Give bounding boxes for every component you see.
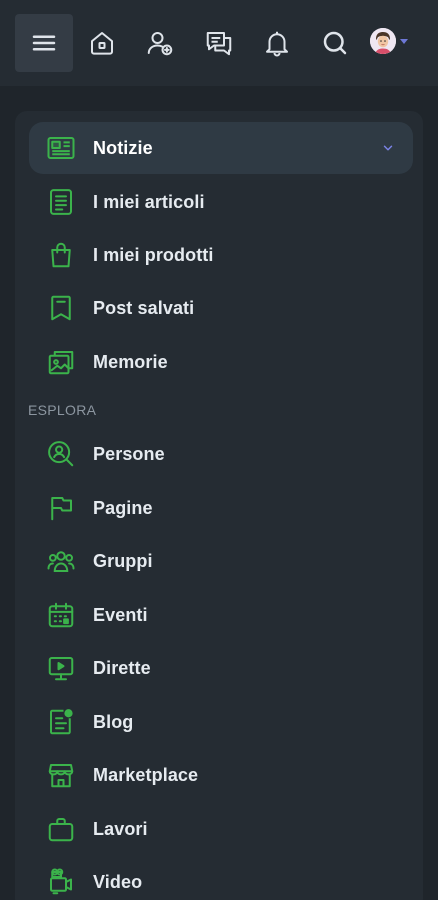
sidebar-item-dirette[interactable]: Dirette	[29, 642, 413, 694]
groups-icon	[45, 545, 77, 577]
chevron-down-icon[interactable]	[381, 141, 395, 155]
sidebar-item-label: Marketplace	[93, 764, 199, 785]
section-label-esplora: ESPLORA	[28, 402, 97, 418]
calendar-icon	[45, 599, 77, 631]
home-button[interactable]	[73, 14, 131, 72]
sidebar-item-label: Dirette	[93, 657, 151, 678]
sidebar-item-i-miei-articoli[interactable]: I miei articoli	[29, 176, 413, 228]
sidebar-item-marketplace[interactable]: Marketplace	[29, 749, 413, 801]
sidebar-item-label: Video	[93, 871, 143, 892]
sidebar-item-lavori[interactable]: Lavori	[29, 803, 413, 855]
user-menu-button[interactable]	[370, 26, 408, 56]
sidebar-item-label: I miei articoli	[93, 191, 205, 212]
caret-down-icon	[400, 38, 408, 44]
blog-icon	[45, 706, 77, 738]
home-icon	[91, 32, 113, 55]
live-icon	[45, 652, 77, 684]
sidebar-item-post-salvati[interactable]: Post salvati	[29, 282, 413, 334]
sidebar-item-eventi[interactable]: Eventi	[29, 589, 413, 641]
sidebar-item-label: Memorie	[93, 351, 168, 372]
briefcase-icon	[45, 813, 77, 845]
sidebar-item-label: Blog	[93, 711, 134, 732]
sidebar-item-video[interactable]: Video	[29, 856, 413, 900]
flag-icon	[45, 492, 77, 524]
sidebar-item-label: Post salvati	[93, 297, 195, 318]
sidebar-item-blog[interactable]: Blog	[29, 696, 413, 748]
news-icon	[45, 132, 77, 164]
store-icon	[45, 759, 77, 791]
sidebar-item-label: I miei prodotti	[93, 244, 214, 265]
menu-button[interactable]	[15, 14, 73, 72]
sidebar-item-label: Gruppi	[93, 550, 153, 571]
sidebar-item-label: Eventi	[93, 604, 148, 625]
products-icon	[45, 239, 77, 271]
friend-requests-button[interactable]	[131, 14, 189, 72]
add-friend-icon	[147, 32, 173, 56]
articles-icon	[45, 186, 77, 218]
messages-button[interactable]	[190, 14, 248, 72]
bookmark-icon	[45, 292, 77, 324]
sidebar-item-gruppi[interactable]: Gruppi	[29, 535, 413, 587]
memories-icon	[45, 346, 77, 378]
sidebar-item-label: Pagine	[93, 497, 153, 518]
search-icon	[323, 31, 347, 55]
search-button[interactable]	[306, 14, 364, 72]
video-icon	[45, 866, 77, 898]
sidebar-item-notizie[interactable]: Notizie	[29, 122, 413, 174]
sidebar-item-label: Notizie	[93, 137, 153, 158]
menu-icon	[32, 35, 56, 51]
messages-icon	[206, 32, 232, 56]
sidebar-item-memorie[interactable]: Memorie	[29, 336, 413, 388]
people-search-icon	[45, 438, 77, 470]
top-navigation-bar	[0, 0, 438, 86]
avatar	[370, 28, 396, 54]
sidebar-item-label: Lavori	[93, 818, 148, 839]
sidebar-item-label: Persone	[93, 443, 165, 464]
sidebar-item-i-miei-prodotti[interactable]: I miei prodotti	[29, 229, 413, 281]
sidebar-item-persone[interactable]: Persone	[29, 428, 413, 480]
notifications-icon	[266, 31, 288, 57]
notifications-button[interactable]	[248, 14, 306, 72]
sidebar-item-pagine[interactable]: Pagine	[29, 482, 413, 534]
